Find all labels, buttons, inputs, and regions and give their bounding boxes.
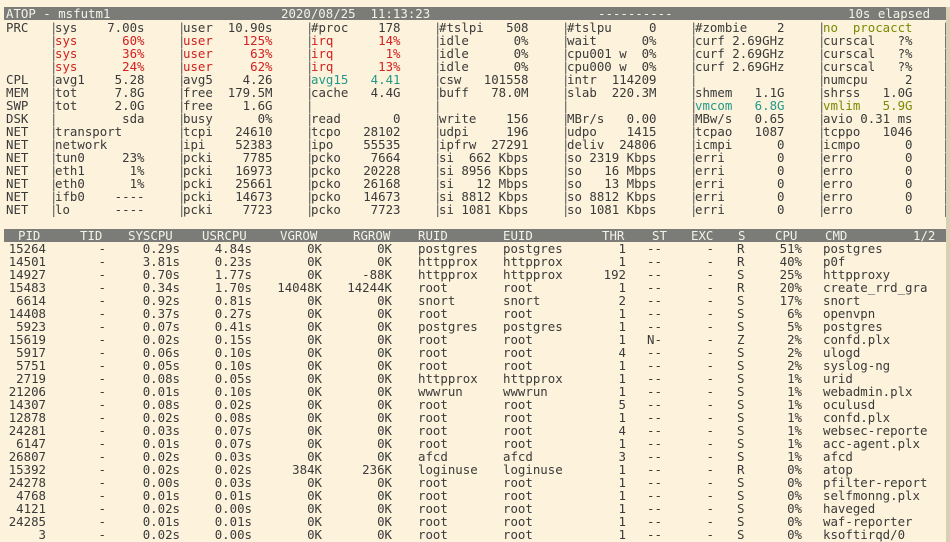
sys-metric: slab 220.3M bbox=[567, 85, 657, 100]
process-cell: root bbox=[418, 527, 448, 542]
sys-metric: cache 4.4G bbox=[311, 85, 401, 100]
process-cell: 0K bbox=[377, 527, 392, 542]
sys-metric: si 1081 Kbps bbox=[439, 202, 529, 217]
sys-metric: lo ---- bbox=[55, 202, 145, 217]
sys-metric: pcko 7723 bbox=[311, 202, 401, 217]
atop-terminal[interactable]: ATOP - msfutm1 2020/08/25 11:13:23 -----… bbox=[4, 0, 950, 542]
sys-metric: erro 0 bbox=[823, 202, 913, 217]
title-dashes: ---------- bbox=[598, 6, 673, 21]
sys-metric: pcki 7723 bbox=[183, 202, 273, 217]
sys-metric: buff 78.0M bbox=[439, 85, 529, 100]
scrollbar[interactable] bbox=[946, 7, 950, 542]
title-datetime: 2020/08/25 11:13:23 bbox=[281, 6, 431, 21]
process-cell: -- bbox=[647, 527, 662, 542]
process-cell: S bbox=[737, 527, 745, 542]
process-cell: - bbox=[706, 527, 714, 542]
process-cell: root bbox=[503, 527, 533, 542]
process-cell: 0.02s bbox=[142, 527, 180, 542]
process-cell: 0.00s bbox=[214, 527, 252, 542]
process-cell: ksoftirqd/0 bbox=[823, 527, 906, 542]
process-cell: - bbox=[98, 527, 106, 542]
sys-row-label: PRC bbox=[6, 20, 29, 35]
process-cell: 0% bbox=[787, 527, 802, 542]
process-row[interactable]: 3-0.02s 0.00s 0K 0K root root 1 -- - S 0% ksoftirqd… bbox=[4, 528, 946, 541]
process-cell: 0K bbox=[307, 527, 322, 542]
col-header-1-2: 1/2 bbox=[913, 228, 936, 243]
sys-metric: erri 0 bbox=[695, 202, 785, 217]
sys-metric: so 1081 Kbps bbox=[567, 202, 657, 217]
process-cell: 1 bbox=[618, 527, 626, 542]
process-cell: 3 bbox=[38, 527, 46, 542]
sys-row-label: NET bbox=[6, 202, 29, 217]
title-bar: ATOP - msfutm1 2020/08/25 11:13:23 -----… bbox=[4, 7, 946, 20]
title-host: ATOP - msfutm1 bbox=[6, 6, 111, 21]
title-elapsed: 10s elapsed bbox=[848, 6, 931, 21]
sys-metric: curf 2.69GHz bbox=[695, 59, 785, 74]
